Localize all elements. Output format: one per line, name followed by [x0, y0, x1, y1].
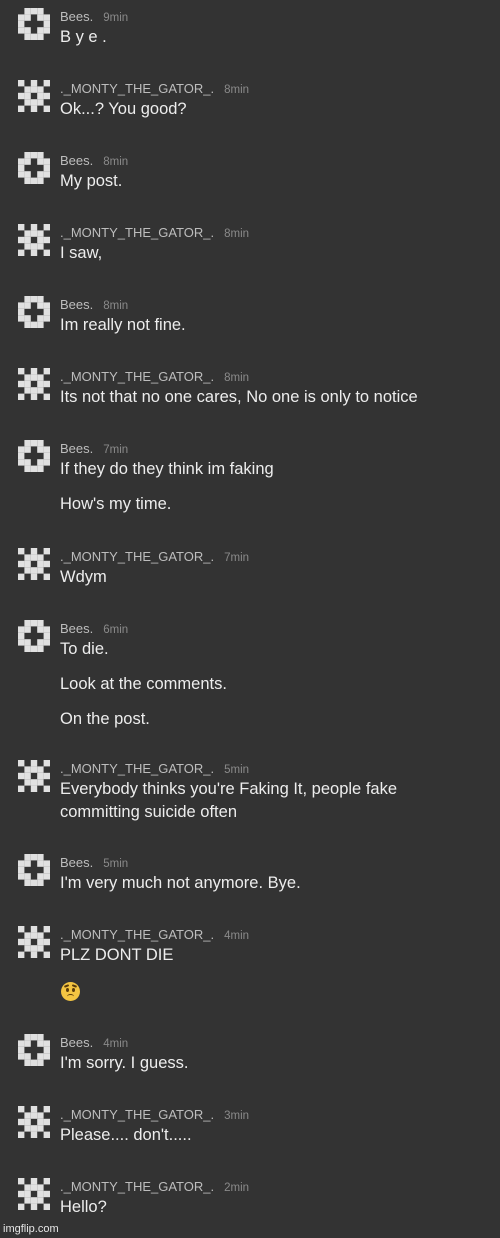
pixel-avatar-icon: [18, 1178, 50, 1210]
timestamp: 7min: [224, 552, 250, 564]
message-text: Ok...? You good?: [60, 100, 187, 118]
timestamp: 8min: [224, 84, 250, 96]
message-meta: Bees. 9min: [60, 8, 128, 26]
timestamp: 5min: [224, 764, 250, 776]
timestamp: 8min: [224, 228, 250, 240]
avatar-monty[interactable]: [18, 926, 50, 958]
author-name[interactable]: ._MONTY_THE_GATOR_.: [60, 369, 214, 384]
watermark: imgflip.com: [3, 1223, 59, 1235]
message-meta: ._MONTY_THE_GATOR_. 3min: [60, 1106, 249, 1124]
pixel-avatar-icon: [18, 152, 50, 184]
message-text: PLZ DONT DIE: [60, 946, 174, 964]
author-name[interactable]: ._MONTY_THE_GATOR_.: [60, 761, 214, 776]
timestamp: 3min: [224, 1110, 250, 1122]
message-text: B y e .: [60, 28, 107, 46]
author-name[interactable]: Bees.: [60, 9, 93, 24]
author-name[interactable]: Bees.: [60, 297, 93, 312]
timestamp: 4min: [103, 1038, 129, 1050]
avatar-bees[interactable]: [18, 1034, 50, 1066]
message-meta: Bees. 6min: [60, 620, 128, 638]
avatar-monty[interactable]: [18, 760, 50, 792]
avatar-monty[interactable]: [18, 1106, 50, 1138]
author-name[interactable]: Bees.: [60, 153, 93, 168]
avatar-bees[interactable]: [18, 296, 50, 328]
timestamp: 8min: [103, 156, 129, 168]
avatar-monty[interactable]: [18, 80, 50, 112]
message-text: Hello?: [60, 1198, 107, 1216]
pixel-avatar-icon: [18, 440, 50, 472]
pixel-avatar-icon: [18, 80, 50, 112]
message-text: Its not that no one cares, No one is onl…: [60, 388, 418, 406]
timestamp: 7min: [103, 444, 129, 456]
avatar-monty[interactable]: [18, 368, 50, 400]
pixel-avatar-icon: [18, 620, 50, 652]
message-meta: ._MONTY_THE_GATOR_. 4min: [60, 926, 249, 944]
author-name[interactable]: Bees.: [60, 621, 93, 636]
message-text: I saw,: [60, 244, 103, 262]
message-meta: Bees. 8min: [60, 296, 128, 314]
avatar-bees[interactable]: [18, 440, 50, 472]
pixel-avatar-icon: [18, 224, 50, 256]
author-name[interactable]: ._MONTY_THE_GATOR_.: [60, 225, 214, 240]
timestamp: 9min: [103, 12, 129, 24]
message-text: Look at the comments.: [60, 675, 227, 693]
message-meta: ._MONTY_THE_GATOR_. 8min: [60, 368, 249, 386]
message-text: Please.... don't.....: [60, 1126, 192, 1144]
message-text: I'm very much not anymore. Bye.: [60, 874, 301, 892]
author-name[interactable]: ._MONTY_THE_GATOR_.: [60, 81, 214, 96]
pixel-avatar-icon: [18, 8, 50, 40]
message-meta: ._MONTY_THE_GATOR_. 8min: [60, 80, 249, 98]
pixel-avatar-icon: [18, 368, 50, 400]
message-text: My post.: [60, 172, 123, 190]
message-meta: ._MONTY_THE_GATOR_. 8min: [60, 224, 249, 242]
timestamp: 4min: [224, 930, 250, 942]
pixel-avatar-icon: [18, 854, 50, 886]
message-text: If they do they think im faking: [60, 460, 274, 478]
message-meta: Bees. 7min: [60, 440, 128, 458]
pixel-avatar-icon: [18, 1034, 50, 1066]
author-name[interactable]: ._MONTY_THE_GATOR_.: [60, 549, 214, 564]
pixel-avatar-icon: [18, 296, 50, 328]
timestamp: 6min: [103, 624, 129, 636]
timestamp: 5min: [103, 858, 129, 870]
pixel-avatar-icon: [18, 926, 50, 958]
message-meta: Bees. 5min: [60, 854, 128, 872]
message-meta: ._MONTY_THE_GATOR_. 5min: [60, 760, 249, 778]
message-meta: ._MONTY_THE_GATOR_. 2min: [60, 1178, 249, 1196]
message-text: How's my time.: [60, 495, 172, 513]
author-name[interactable]: Bees.: [60, 441, 93, 456]
message-meta: Bees. 8min: [60, 152, 128, 170]
avatar-bees[interactable]: [18, 620, 50, 652]
message-text: On the post.: [60, 710, 150, 728]
message-meta: Bees. 4min: [60, 1034, 128, 1052]
message-meta: ._MONTY_THE_GATOR_. 7min: [60, 548, 249, 566]
avatar-monty[interactable]: [18, 1178, 50, 1210]
worried-face-emoji-icon: [61, 982, 80, 1001]
author-name[interactable]: Bees.: [60, 855, 93, 870]
avatar-bees[interactable]: [18, 152, 50, 184]
avatar-monty[interactable]: [18, 224, 50, 256]
message-text: Everybody thinks you're Faking It, peopl…: [60, 780, 398, 821]
timestamp: 2min: [224, 1182, 250, 1194]
timestamp: 8min: [103, 300, 129, 312]
message-text: To die.: [60, 640, 109, 658]
author-name[interactable]: ._MONTY_THE_GATOR_.: [60, 1107, 214, 1122]
avatar-bees[interactable]: [18, 8, 50, 40]
author-name[interactable]: Bees.: [60, 1035, 93, 1050]
message-text: Wdym: [60, 568, 107, 586]
avatar-monty[interactable]: [18, 548, 50, 580]
pixel-avatar-icon: [18, 1106, 50, 1138]
pixel-avatar-icon: [18, 760, 50, 792]
pixel-avatar-icon: [18, 548, 50, 580]
author-name[interactable]: ._MONTY_THE_GATOR_.: [60, 927, 214, 942]
timestamp: 8min: [224, 372, 250, 384]
avatar-bees[interactable]: [18, 854, 50, 886]
message-text: I'm sorry. I guess.: [60, 1054, 189, 1072]
message-text: Im really not fine.: [60, 316, 186, 334]
author-name[interactable]: ._MONTY_THE_GATOR_.: [60, 1179, 214, 1194]
